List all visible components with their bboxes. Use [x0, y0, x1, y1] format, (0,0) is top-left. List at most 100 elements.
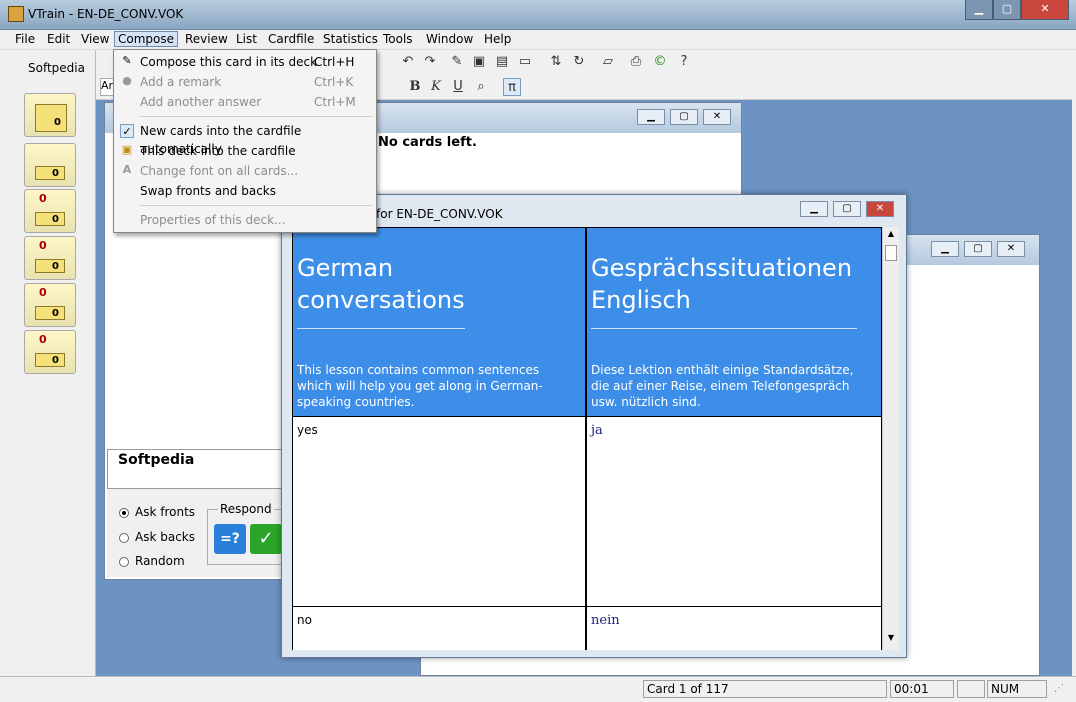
box-count: 0 — [52, 355, 59, 366]
minimize-icon[interactable]: ▁ — [800, 201, 828, 217]
card-back-cell[interactable]: nein — [586, 606, 882, 650]
close-icon[interactable]: ✕ — [703, 109, 731, 125]
cardfile-sidebar: Softpedia 0 0 00 00 00 00 — [0, 50, 96, 676]
card-back-cell[interactable]: ja — [586, 416, 882, 607]
checkmark-icon: ✓ — [120, 124, 134, 138]
radio-ask-backs[interactable]: Ask backs — [119, 530, 195, 544]
minimize-icon[interactable]: ▁ — [637, 109, 665, 125]
ask-icon[interactable]: =? — [214, 524, 246, 554]
radio-ask-fronts[interactable]: Ask fronts — [119, 505, 195, 519]
minimize-icon[interactable]: ▁ — [931, 241, 959, 257]
menu-view[interactable]: View — [81, 32, 109, 46]
resize-grip-icon[interactable]: ⋰ — [1054, 683, 1068, 697]
status-time: 00:01 — [890, 680, 954, 698]
title-bar: VTrain - EN-DE_CONV.VOK ▁ ▢ ✕ — [0, 0, 1076, 30]
menu-file[interactable]: File — [15, 32, 35, 46]
menu-item-compose-card[interactable]: Compose this card in its deck Ctrl+H — [140, 53, 354, 71]
close-button[interactable]: ✕ — [1021, 0, 1069, 20]
menu-item-add-remark[interactable]: Add a remark Ctrl+K — [140, 73, 353, 91]
vertical-scrollbar[interactable]: ▲ ▼ — [882, 227, 899, 650]
close-icon[interactable]: ✕ — [997, 241, 1025, 257]
card-window: for EN-DE_CONV.VOK ▁ ▢ ✕ German conversat… — [281, 194, 907, 658]
menu-item-add-answer[interactable]: Add another answer Ctrl+M — [140, 93, 356, 111]
maximize-icon[interactable]: ▢ — [670, 109, 698, 125]
compose-card-icon: ✎ — [122, 54, 132, 67]
header-front-desc: This lesson contains common sentences wh… — [297, 363, 543, 409]
menu-tools[interactable]: Tools — [383, 32, 413, 46]
box-count: 0 — [52, 214, 59, 225]
scroll-up-icon[interactable]: ▲ — [883, 229, 899, 243]
deck-icon: ▣ — [121, 143, 133, 156]
sort-icon[interactable]: ⇅ — [547, 53, 565, 71]
copyright-icon[interactable]: © — [651, 53, 669, 71]
maximize-button[interactable]: ▢ — [993, 0, 1021, 20]
menu-item-shortcut: Ctrl+H — [314, 55, 355, 69]
scroll-down-icon[interactable]: ▼ — [883, 633, 899, 647]
card-front-cell[interactable]: no — [292, 606, 586, 650]
menu-cardfile[interactable]: Cardfile — [268, 32, 314, 46]
menu-help[interactable]: Help — [484, 32, 511, 46]
menu-window[interactable]: Window — [426, 32, 473, 46]
italic-icon[interactable]: K — [427, 78, 445, 96]
underline-icon[interactable]: U — [449, 78, 467, 96]
menu-list[interactable]: List — [236, 32, 257, 46]
maximize-icon[interactable]: ▢ — [964, 241, 992, 257]
menu-item-properties[interactable]: Properties of this deck... — [140, 211, 286, 229]
comment-icon[interactable]: ▱ — [599, 53, 617, 71]
header-back-title: Gesprächssituationen Englisch — [591, 252, 852, 316]
redo-icon[interactable]: ↷ — [421, 53, 439, 71]
header-divider — [297, 328, 465, 329]
cardfile-box[interactable]: 00 — [24, 189, 76, 233]
card-front-cell[interactable]: yes — [292, 416, 586, 607]
menu-review[interactable]: Review — [185, 32, 228, 46]
menu-item-new-cards-auto[interactable]: New cards into the cardfile automaticall… — [140, 122, 376, 156]
bold-icon[interactable]: B — [406, 78, 424, 96]
cardfile-box[interactable]: 0 — [24, 143, 76, 187]
menu-item-label: Properties of this deck... — [140, 213, 286, 227]
undo-icon[interactable]: ↶ — [399, 53, 417, 71]
softpedia-text: Softpedia — [118, 452, 195, 468]
menu-item-label: Compose this card in its deck — [140, 55, 318, 69]
print-icon[interactable]: ⎙ — [627, 53, 645, 71]
menu-item-shortcut: Ctrl+K — [314, 75, 354, 89]
folder-icon[interactable]: ▤ — [493, 53, 511, 71]
menu-compose[interactable]: Compose — [114, 31, 179, 47]
compose-menu: ✎ Compose this card in its deck Ctrl+H ● … — [113, 49, 377, 233]
menu-item-deck-into-cardfile[interactable]: This deck into the cardfile — [140, 142, 296, 160]
menu-bar: File Edit View Compose Review List Cardf… — [0, 30, 1076, 50]
pi-icon[interactable]: π — [503, 78, 521, 96]
menu-edit[interactable]: Edit — [47, 32, 70, 46]
maximize-icon[interactable]: ▢ — [833, 201, 861, 217]
sidebar-label: Softpedia — [28, 61, 85, 75]
app-icon[interactable] — [8, 6, 24, 22]
menu-item-label: Swap fronts and backs — [140, 184, 276, 198]
radio-label: Random — [135, 554, 185, 568]
edit-icon[interactable]: ✎ — [448, 53, 466, 71]
menu-item-swap[interactable]: Swap fronts and backs — [140, 182, 276, 200]
scroll-thumb[interactable] — [885, 245, 897, 261]
status-num: NUM — [987, 680, 1047, 698]
cardfile-box[interactable]: 00 — [24, 283, 76, 327]
card-icon[interactable]: ▣ — [470, 53, 488, 71]
menu-item-change-font[interactable]: Change font on all cards... — [140, 162, 298, 180]
check-icon[interactable]: ✓ — [250, 524, 282, 554]
menu-statistics[interactable]: Statistics — [323, 32, 378, 46]
menu-item-label: Add a remark — [140, 75, 222, 89]
zoom-icon[interactable]: ⌕ — [472, 78, 490, 96]
minimize-button[interactable]: ▁ — [965, 0, 993, 20]
box-face: 0 — [35, 104, 67, 132]
close-icon[interactable]: ✕ — [866, 201, 894, 217]
header-back-desc: Diese Lektion enthält einige Standardsät… — [591, 363, 854, 409]
cardfile-box[interactable]: 00 — [24, 330, 76, 374]
box-face: 0 — [35, 353, 65, 367]
font-select[interactable]: Ar — [100, 78, 114, 96]
status-bar: Card 1 of 117 00:01 NUM ⋰ — [0, 676, 1076, 702]
window-icon[interactable]: ▭ — [516, 53, 534, 71]
refresh-icon[interactable]: ↻ — [570, 53, 588, 71]
help-pointer-icon[interactable]: ? — [675, 53, 693, 71]
radio-random[interactable]: Random — [119, 554, 185, 568]
font-icon: A — [122, 163, 132, 176]
box-count: 0 — [52, 261, 59, 272]
cardfile-box[interactable]: 00 — [24, 236, 76, 280]
cardfile-box-main[interactable]: 0 — [24, 93, 76, 137]
